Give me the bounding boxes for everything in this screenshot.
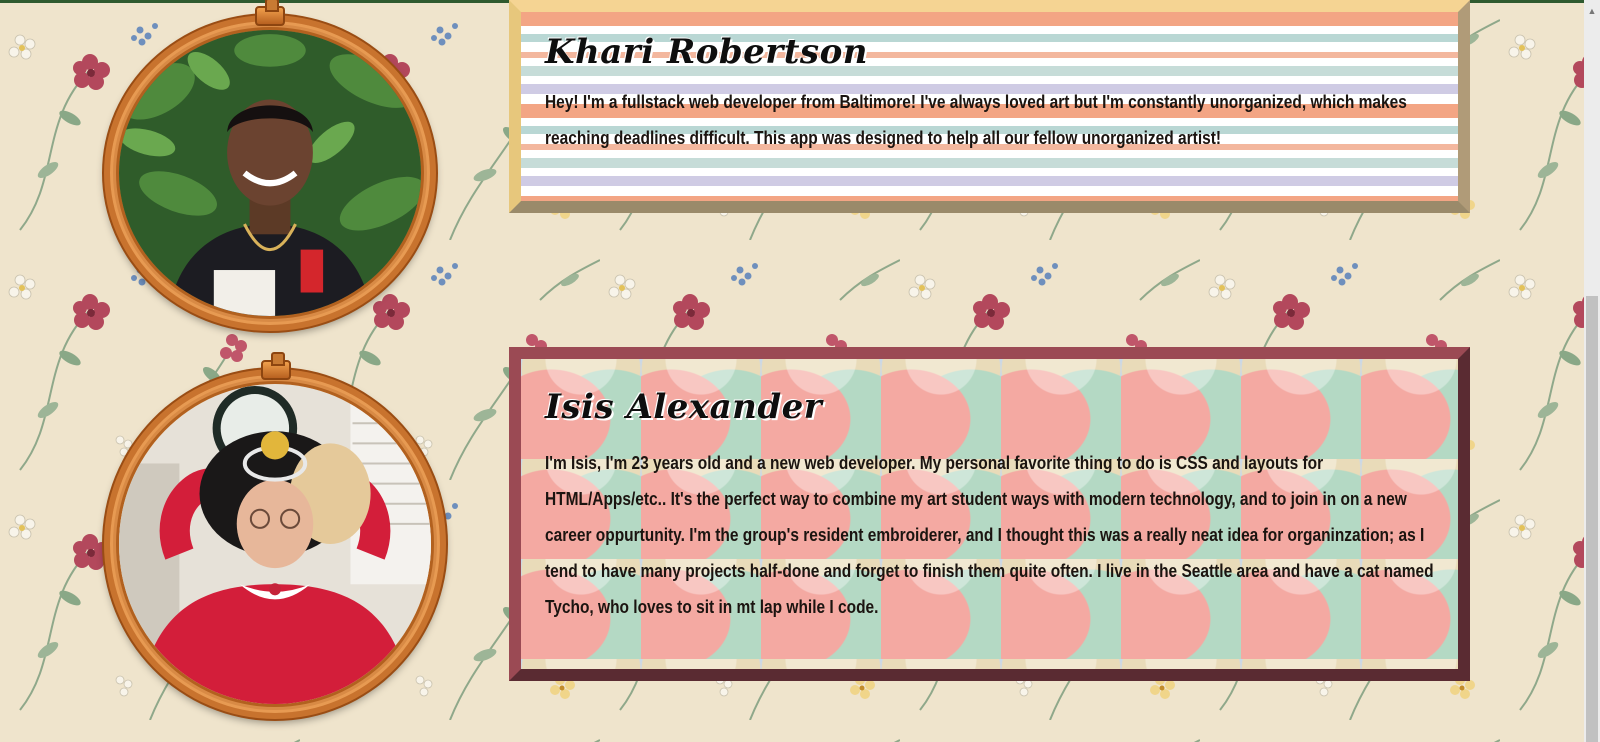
embroidery-hoop-frame bbox=[104, 15, 436, 331]
profile-photo bbox=[116, 27, 424, 319]
profile-photo bbox=[116, 381, 434, 707]
profile-bio: I'm Isis, I'm 23 years old and a new web… bbox=[545, 453, 1434, 617]
profile-name: Khari Robertson bbox=[545, 32, 868, 72]
profile-name: Isis Alexander bbox=[545, 387, 823, 427]
hoop-screw bbox=[261, 352, 291, 380]
page-scrollbar[interactable]: ▲ bbox=[1584, 0, 1600, 742]
bio-card-khari: Khari Robertson Hey! I'm a fullstack web… bbox=[509, 0, 1470, 213]
hoop-screw bbox=[255, 0, 285, 26]
embroidery-hoop-frame bbox=[104, 369, 446, 719]
bio-card-isis: Isis Alexander I'm Isis, I'm 23 years ol… bbox=[509, 347, 1470, 681]
scroll-up-arrow-icon[interactable]: ▲ bbox=[1584, 6, 1600, 16]
profile-bio: Hey! I'm a fullstack web developer from … bbox=[545, 92, 1407, 148]
scrollbar-thumb[interactable] bbox=[1586, 296, 1598, 742]
